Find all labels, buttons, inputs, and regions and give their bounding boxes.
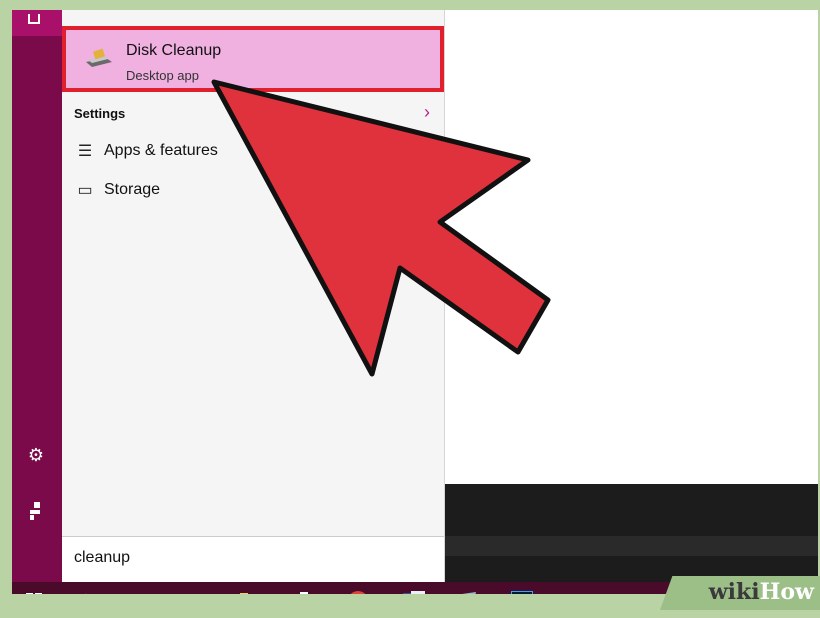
search-box[interactable]: cleanup	[62, 536, 444, 583]
home-icon	[28, 14, 40, 24]
start-menu-panel: Disk Cleanup Desktop app Settings › ☰ Ap…	[62, 10, 445, 583]
result-subtitle: Desktop app	[126, 68, 199, 83]
storage-icon: ▭	[77, 182, 93, 199]
search-icon[interactable]: ⚲	[66, 582, 106, 595]
file-explorer-icon[interactable]	[230, 582, 270, 594]
start-rail: ⚙	[12, 10, 62, 582]
top-result-disk-cleanup[interactable]: Disk Cleanup Desktop app	[62, 26, 444, 92]
chevron-right-icon[interactable]: ›	[424, 102, 430, 123]
window-band	[445, 536, 818, 556]
settings-item-label: Storage	[104, 181, 161, 198]
search-query: cleanup	[74, 549, 131, 566]
result-title: Disk Cleanup	[126, 42, 222, 59]
task-view-icon[interactable]	[120, 582, 160, 594]
settings-item-label: Apps & features	[104, 142, 218, 159]
gear-icon[interactable]: ⚙	[25, 444, 47, 466]
settings-header: Settings	[74, 106, 126, 121]
screen-frame: ⚙ Disk Cleanup Desktop app Settings › ☰ …	[12, 10, 818, 594]
photoshop-icon[interactable]: Ps	[502, 582, 542, 594]
chrome-icon[interactable]	[338, 582, 378, 594]
settings-item-storage[interactable]: ▭ Storage	[74, 177, 160, 203]
user-icon[interactable]	[25, 500, 47, 522]
start-icon[interactable]	[14, 582, 54, 594]
rail-top-button[interactable]	[12, 10, 62, 36]
edge-icon[interactable]: e	[176, 582, 216, 594]
store-icon[interactable]	[284, 582, 324, 594]
desktop-window-strip	[445, 484, 818, 582]
wikihow-watermark: wikiHow	[708, 579, 814, 605]
disk-cleanup-icon	[86, 48, 112, 67]
settings-item-apps-features[interactable]: ☰ Apps & features	[74, 138, 218, 164]
apps-features-icon: ☰	[77, 143, 93, 160]
app-icon[interactable]	[448, 582, 488, 594]
word-icon[interactable]: W	[394, 582, 434, 594]
